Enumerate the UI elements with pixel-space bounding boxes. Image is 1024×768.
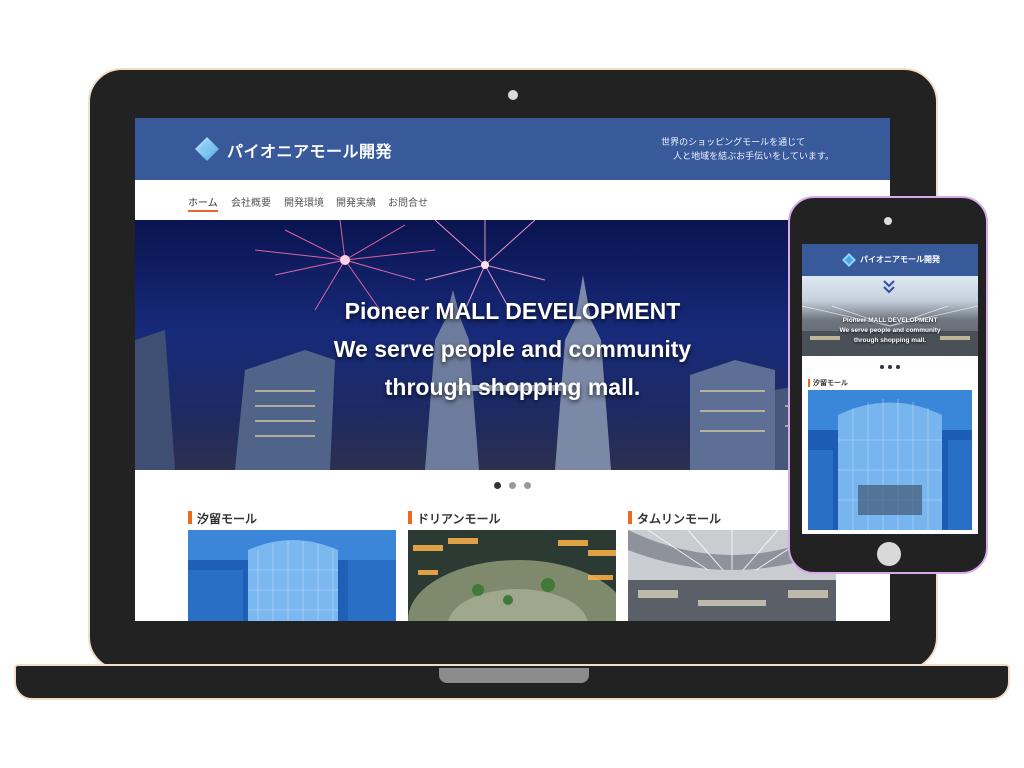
slider-dot[interactable] bbox=[896, 365, 900, 369]
mall-card-title[interactable]: 汐留モール bbox=[188, 510, 396, 526]
hero-line: We serve people and community bbox=[333, 336, 692, 362]
glass-building-photo[interactable] bbox=[188, 530, 396, 621]
nav-active-indicator bbox=[188, 210, 218, 212]
mall-plaza-photo[interactable] bbox=[408, 530, 616, 621]
nav-contact[interactable]: お問合せ bbox=[388, 194, 428, 209]
mobile-header: パイオニアモール開発 bbox=[802, 244, 978, 276]
hero-line: through shopping mall. bbox=[384, 374, 641, 400]
slider-dot[interactable] bbox=[888, 365, 892, 369]
mobile-brand-name[interactable]: パイオニアモール開発 bbox=[860, 254, 940, 265]
brand-name[interactable]: パイオニアモール開発 bbox=[227, 138, 392, 162]
nav-results[interactable]: 開発実績 bbox=[336, 194, 376, 209]
slider-dot[interactable] bbox=[880, 365, 884, 369]
hero-slider[interactable]: Pioneer MALL DEVELOPMENT We serve people… bbox=[135, 220, 890, 470]
mobile-slider-dots bbox=[802, 356, 978, 378]
mobile-banner[interactable]: Pioneer MALL DEVELOPMENT We serve people… bbox=[802, 276, 978, 356]
tagline-line: 人と地域を結ぶお手伝いをしています。 bbox=[673, 152, 834, 162]
slider-dots bbox=[135, 482, 890, 489]
nav-company[interactable]: 会社概要 bbox=[231, 194, 271, 209]
mall-card[interactable]: 汐留モール bbox=[188, 510, 396, 621]
mall-card[interactable]: ドリアンモール bbox=[408, 510, 616, 621]
phone-frame: パイオニアモール開発 Pioneer MALL DEVELOPMENT We s… bbox=[788, 196, 988, 574]
mobile-mall-card-title[interactable]: 汐留モール bbox=[808, 378, 978, 388]
slider-dot[interactable] bbox=[509, 482, 516, 489]
camera-icon bbox=[884, 217, 892, 225]
camera-icon bbox=[508, 90, 518, 100]
desktop-site: パイオニアモール開発 世界のショッピングモールを通じて 人と地域を結ぶお手伝いを… bbox=[135, 118, 890, 621]
nav-environment[interactable]: 開発環境 bbox=[284, 194, 324, 209]
banner-line: Pioneer MALL DEVELOPMENT bbox=[842, 317, 938, 324]
diamond-logo-icon bbox=[195, 137, 219, 161]
home-button[interactable] bbox=[877, 542, 901, 566]
mobile-banner-headline: Pioneer MALL DEVELOPMENT We serve people… bbox=[802, 316, 978, 346]
site-header: パイオニアモール開発 世界のショッピングモールを通じて 人と地域を結ぶお手伝いを… bbox=[135, 118, 890, 180]
laptop-base bbox=[14, 664, 1010, 700]
mall-card-title[interactable]: ドリアンモール bbox=[408, 510, 616, 526]
laptop-trackpad-notch bbox=[439, 668, 589, 683]
slider-dot[interactable] bbox=[524, 482, 531, 489]
banner-line: We serve people and community bbox=[839, 327, 941, 334]
tagline-line: 世界のショッピングモールを通じて bbox=[661, 138, 806, 148]
banner-line: through shopping mall. bbox=[853, 337, 927, 344]
main-nav: ホーム 会社概要 開発環境 開発実績 お問合せ bbox=[135, 180, 890, 220]
mobile-site: パイオニアモール開発 Pioneer MALL DEVELOPMENT We s… bbox=[802, 244, 978, 534]
slider-dot[interactable] bbox=[494, 482, 501, 489]
hero-line: Pioneer MALL DEVELOPMENT bbox=[344, 298, 681, 324]
nav-home[interactable]: ホーム bbox=[188, 194, 218, 209]
glass-building-photo[interactable] bbox=[808, 390, 972, 530]
double-chevron-down-icon[interactable] bbox=[881, 280, 897, 294]
diamond-logo-icon bbox=[842, 253, 856, 267]
hero-headline: Pioneer MALL DEVELOPMENT We serve people… bbox=[135, 292, 890, 406]
brand-tagline: 世界のショッピングモールを通じて 人と地域を結ぶお手伝いをしています。 bbox=[661, 136, 834, 164]
